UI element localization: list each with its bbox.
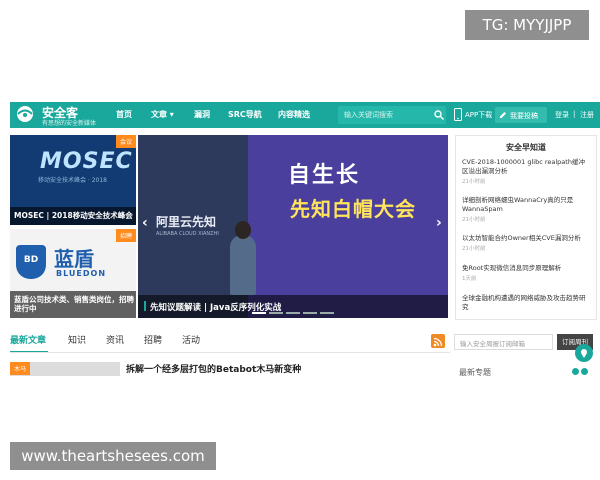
bluedon-card[interactable]: BD 蓝盾 BLUEDON 招聘 蓝盾公司技术类、销售类岗位，招聘进行中	[10, 229, 136, 318]
bluedon-shield-icon: BD	[16, 245, 46, 279]
article-tag: 木马	[10, 362, 31, 375]
app-download-link[interactable]: APP下载	[465, 110, 492, 120]
card-title[interactable]: MOSEC | 2018移动安全技术峰会	[10, 207, 136, 225]
slider-dot[interactable]	[303, 312, 317, 314]
nav-articles[interactable]: 文章 ▾	[151, 109, 174, 120]
mobile-icon	[454, 108, 462, 121]
watermark-top: TG: MYYJJPP	[465, 10, 589, 40]
search-icon[interactable]	[434, 110, 444, 120]
tab-jobs[interactable]: 招聘	[144, 333, 162, 346]
news-item[interactable]: 全球金融机构遭遇的网络威胁及攻击趋势研究	[462, 294, 590, 312]
subscribe-email-input[interactable]: 输入安全周报订阅邮箱	[454, 334, 553, 350]
slider-caption-bar: 先知议题解读 | Java反序列化实战	[138, 295, 448, 318]
top-navbar: 安全客 有思想的安全新媒体 首页 文章 ▾ 漏洞 SRC导航 内容精选 输入关键…	[10, 102, 600, 128]
article-title[interactable]: 拆解一个经多层打包的Betabot木马新变种	[126, 362, 301, 375]
rss-icon[interactable]	[431, 334, 445, 348]
sidebar-section-title: 最新专题	[459, 368, 491, 377]
news-date: 21小时前	[462, 217, 486, 223]
tab-events[interactable]: 活动	[182, 333, 200, 346]
news-item[interactable]: CVE-2018-1000001 glibc realpath缓冲区溢出漏洞分析…	[462, 158, 590, 185]
bluedon-logo-cn: 蓝盾	[54, 247, 94, 271]
tabs-divider	[10, 352, 450, 353]
news-title[interactable]: 以太坊智能合约Owner相关CVE漏洞分析	[462, 234, 590, 243]
nav-home[interactable]: 首页	[116, 109, 132, 120]
article-tabs: 最新文章 知识 资讯 招聘 活动	[10, 333, 450, 353]
news-date: 21小时前	[462, 179, 486, 185]
edit-icon	[500, 112, 506, 118]
banner-headline: 自生长	[288, 163, 361, 188]
brand-tagline: 有思想的安全新媒体	[42, 120, 97, 127]
tab-knowledge[interactable]: 知识	[68, 333, 86, 346]
nav-divider: |	[573, 110, 576, 118]
next-topic-icon[interactable]	[581, 368, 588, 375]
news-date: 21小时前	[462, 246, 486, 252]
wall-logo-sub: ALIBABA CLOUD XIANZHI	[156, 231, 219, 237]
card-tag: 会议	[115, 135, 136, 148]
search-box[interactable]: 输入关键词搜索	[338, 106, 446, 124]
news-title[interactable]: 详细剖析网络蠕虫WannaCry真的只是WannaSpam	[462, 196, 590, 214]
news-title[interactable]: 全球金融机构遭遇的网络威胁及攻击趋势研究	[462, 294, 590, 312]
card-tag: 招聘	[115, 229, 136, 242]
register-link[interactable]: 注册	[580, 110, 594, 120]
article-thumbnail[interactable]: 木马	[10, 362, 120, 376]
float-action-button[interactable]	[575, 344, 593, 362]
banner-title: 先知白帽大会	[290, 197, 416, 221]
logo-icon[interactable]	[12, 105, 38, 125]
pin-icon	[581, 349, 587, 358]
news-item[interactable]: 免Root实现微信消息同步原理解析 1天前	[462, 264, 590, 282]
news-item[interactable]: 以太坊智能合约Owner相关CVE漏洞分析 21小时前	[462, 234, 590, 252]
security-news-panel: 安全早知道 CVE-2018-1000001 glibc realpath缓冲区…	[455, 135, 597, 320]
news-item[interactable]: 详细剖析网络蠕虫WannaCry真的只是WannaSpam 21小时前	[462, 196, 590, 223]
panel-title: 安全早知道	[506, 143, 546, 152]
search-input[interactable]: 输入关键词搜索	[344, 110, 393, 120]
nav-featured[interactable]: 内容精选	[278, 109, 310, 120]
slider-dot[interactable]	[320, 312, 334, 314]
nav-vulns[interactable]: 漏洞	[194, 109, 210, 120]
bluedon-logo-en: BLUEDON	[56, 269, 107, 278]
subscribe-placeholder: 输入安全周报订阅邮箱	[460, 340, 525, 348]
submit-label: 我要投稿	[510, 112, 538, 120]
nav-src[interactable]: SRC导航	[228, 109, 262, 120]
caption-accent	[144, 301, 146, 311]
news-date: 1天前	[462, 276, 477, 282]
mosec-logo: MOSEC	[40, 149, 133, 174]
news-title[interactable]: 免Root实现微信消息同步原理解析	[462, 264, 590, 273]
slider-dot[interactable]	[286, 312, 300, 314]
prev-topic-icon[interactable]	[572, 368, 579, 375]
mosec-card[interactable]: MOSEC 移动安全技术峰会 · 2018 会议 MOSEC | 2018移动安…	[10, 135, 136, 225]
submit-article-button[interactable]: 我要投稿	[495, 107, 547, 123]
watermark-bottom: www.theartshesees.com	[10, 442, 216, 470]
hero-slider[interactable]: 阿里云先知 ALIBABA CLOUD XIANZHI 自生长 先知白帽大会 ‹…	[138, 135, 448, 318]
slider-next-button[interactable]: ›	[436, 215, 442, 231]
news-title[interactable]: CVE-2018-1000001 glibc realpath缓冲区溢出漏洞分析	[462, 158, 590, 176]
speaker-head	[235, 221, 251, 239]
tab-latest[interactable]: 最新文章	[10, 333, 46, 346]
tab-news[interactable]: 资讯	[106, 333, 124, 346]
bluedon-badge: BD	[23, 255, 39, 265]
wall-logo-text: 阿里云先知	[156, 215, 217, 229]
slider-prev-button[interactable]: ‹	[142, 215, 148, 231]
mosec-subtitle: 移动安全技术峰会 · 2018	[38, 177, 107, 184]
card-title[interactable]: 蓝盾公司技术类、销售类岗位，招聘进行中	[10, 291, 136, 318]
slider-dot[interactable]	[252, 312, 266, 314]
login-link[interactable]: 登录	[555, 110, 569, 120]
speaker-figure	[230, 235, 256, 295]
slider-dot[interactable]	[269, 312, 283, 314]
